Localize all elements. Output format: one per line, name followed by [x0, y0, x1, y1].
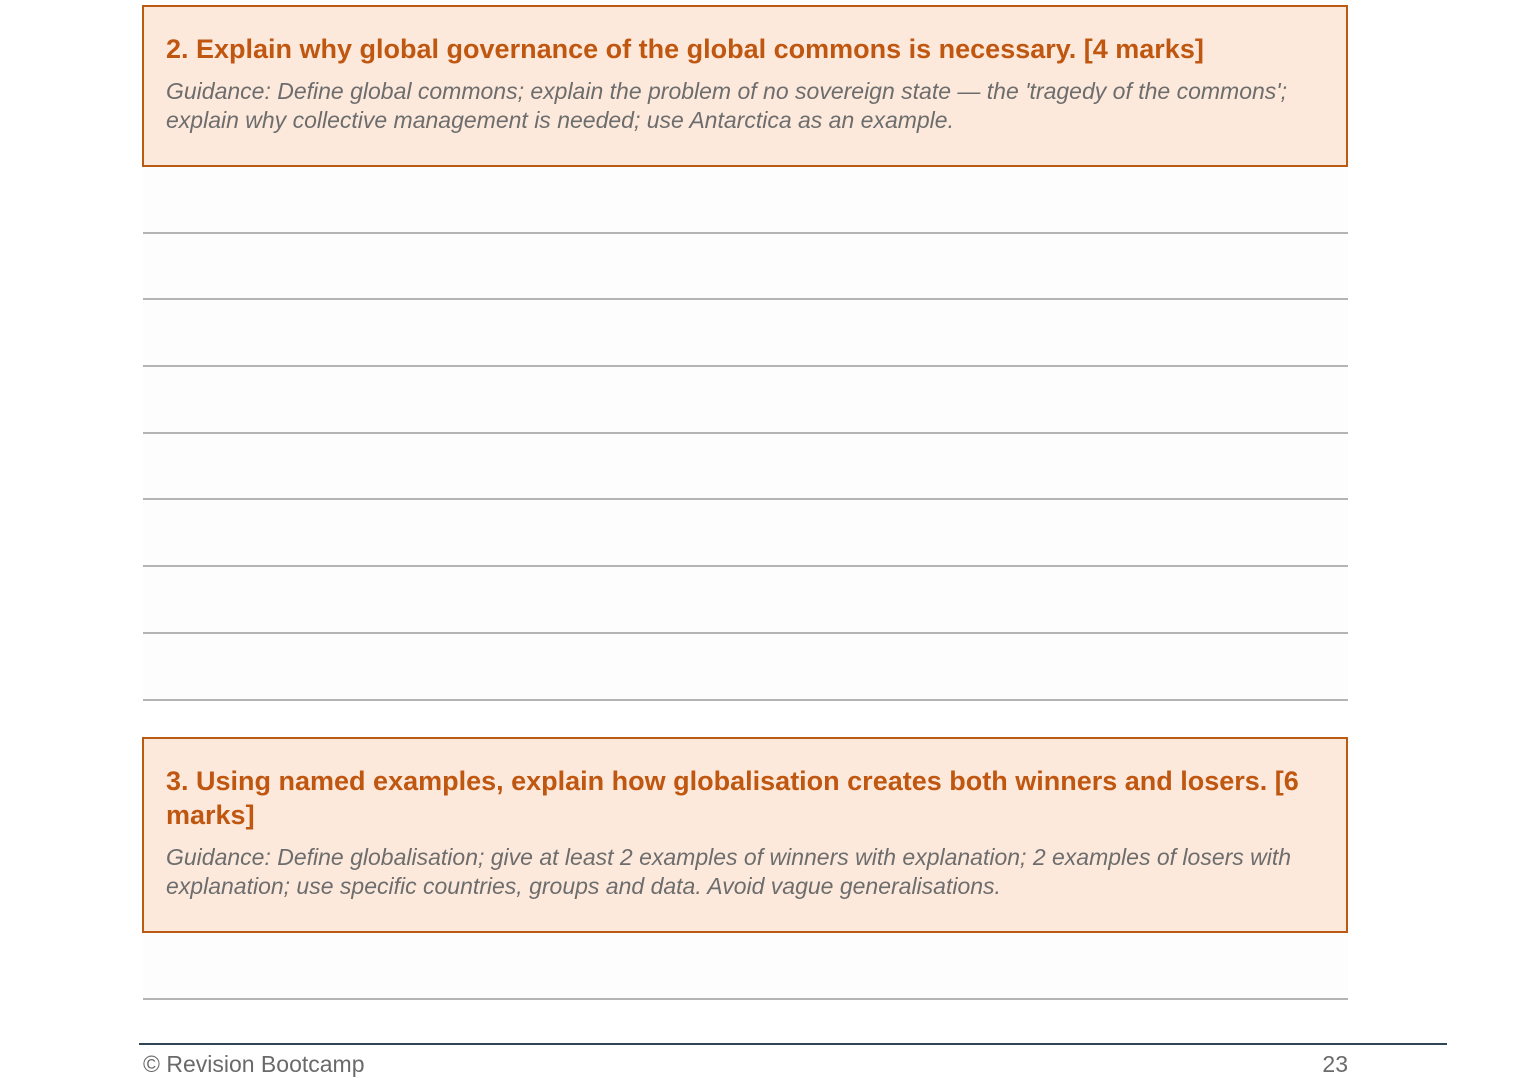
answer-line: [143, 500, 1348, 568]
question-3-box: 3. Using named examples, explain how glo…: [142, 737, 1348, 933]
question-3-guidance: Guidance: Define globalisation; give at …: [166, 844, 1292, 899]
question-2-title: 2. Explain why global governance of the …: [166, 34, 1204, 64]
answer-line: [143, 167, 1348, 234]
footer-divider: [139, 1043, 1447, 1045]
question-2-answer-lines: [143, 167, 1348, 701]
question-3-title: 3. Using named examples, explain how glo…: [166, 766, 1299, 830]
question-2-box: 2. Explain why global governance of the …: [142, 5, 1348, 167]
question-2-guidance: Guidance: Define global commons; explain…: [166, 78, 1288, 133]
answer-line: [143, 367, 1348, 434]
question-3-answer-lines: [143, 933, 1348, 1000]
answer-line: [143, 433, 1348, 501]
answer-line: [143, 300, 1348, 368]
page-number: 23: [1322, 1051, 1348, 1077]
answer-line: [143, 933, 1348, 1000]
answer-line: [143, 633, 1348, 701]
footer-copyright: © Revision Bootcamp: [143, 1051, 365, 1077]
answer-line: [143, 567, 1348, 634]
answer-line: [143, 233, 1348, 301]
